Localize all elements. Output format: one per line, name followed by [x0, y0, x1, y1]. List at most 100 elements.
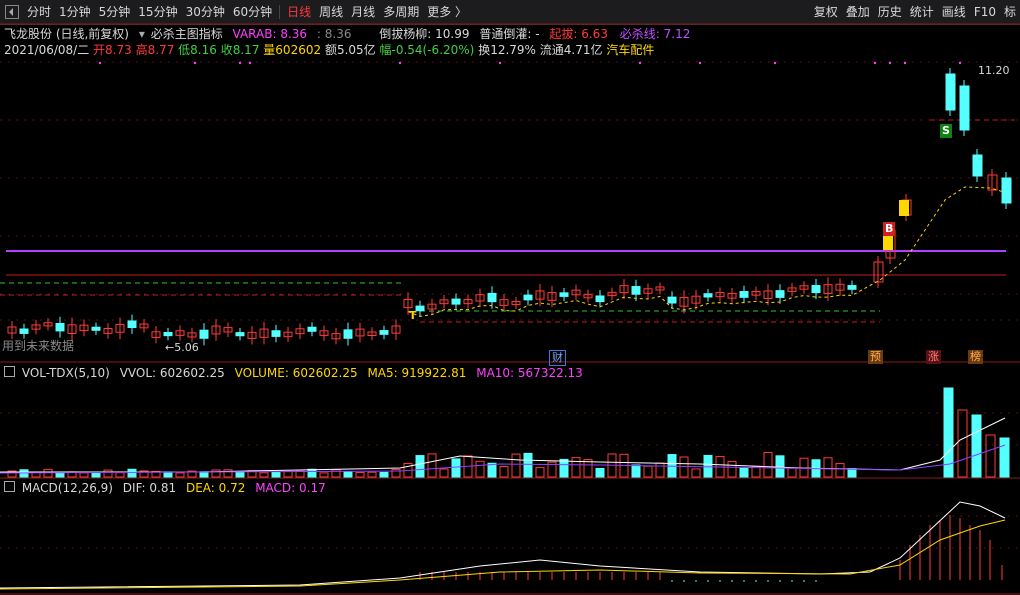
volume-bar	[307, 468, 317, 478]
volume-bar	[999, 437, 1010, 478]
macd-header: MACD(12,26,9) DIF: 0.81 DEA: 0.72 MACD: …	[4, 481, 326, 495]
volume-bar	[985, 434, 996, 478]
candle-body	[811, 285, 821, 294]
volume-bar	[475, 460, 485, 478]
signal-dot	[498, 61, 502, 65]
signal-dot	[638, 61, 642, 65]
ma5-value: MA5: 919922.81	[367, 366, 467, 380]
candle-body	[451, 298, 461, 305]
volume-bar	[643, 465, 653, 478]
candle-body	[972, 154, 983, 177]
volume-bar	[79, 472, 89, 478]
high-price-label: 11.20	[978, 64, 1010, 77]
signal-t-label: T	[409, 309, 417, 322]
candle-body	[775, 290, 785, 298]
volume-bar	[355, 471, 365, 478]
volume-bar	[115, 472, 125, 478]
volume-bar	[235, 471, 245, 478]
volume-bar	[835, 463, 845, 478]
volume-bar	[559, 458, 569, 478]
candle-body	[959, 85, 970, 131]
candle-body	[703, 293, 713, 298]
candle-body	[307, 326, 317, 332]
volume-bar	[535, 467, 545, 478]
signal-dot	[888, 61, 892, 65]
volume-bar	[571, 457, 581, 478]
signal-dot	[773, 61, 777, 65]
volume-bar	[199, 471, 209, 478]
volume-bar	[379, 471, 389, 478]
volume-bar	[727, 461, 737, 478]
forecast-marker[interactable]: 预	[868, 350, 883, 364]
signal-dot	[698, 61, 702, 65]
candle-body	[271, 330, 281, 337]
volume-bar	[175, 472, 185, 478]
macd-panel	[0, 501, 1006, 590]
volume-bar	[439, 468, 449, 478]
volume-bar	[763, 451, 773, 478]
kline-chart[interactable]	[0, 0, 1020, 595]
signal-dot	[248, 61, 252, 65]
candle-body	[199, 329, 209, 339]
grid-lines	[0, 23, 1020, 595]
vvol-value: VVOL: 602602.25	[119, 366, 225, 380]
candle-body	[523, 294, 533, 301]
candle-body	[91, 326, 101, 331]
volume-bar	[655, 462, 665, 478]
volume-bar	[595, 467, 605, 478]
dif-line	[0, 501, 1006, 589]
candle-body	[739, 291, 749, 298]
candle-body	[55, 322, 65, 332]
volume-bar	[259, 472, 269, 478]
volume-bar	[739, 467, 749, 478]
volume-bar	[631, 464, 641, 478]
volume-bar	[367, 471, 377, 478]
vol-indicator-name[interactable]: VOL-TDX(5,10)	[22, 366, 110, 380]
volume-bar	[415, 455, 425, 478]
buy-signal-badge: B	[883, 222, 896, 236]
signal-dot	[398, 61, 402, 65]
signal-dot	[873, 61, 877, 65]
volume-bar	[499, 466, 509, 478]
future-data-watermark: 用到未来数据	[2, 339, 75, 353]
volume-bar	[319, 472, 329, 478]
volume-bar	[787, 467, 797, 478]
volume-bar	[691, 468, 701, 478]
volume-bar	[283, 471, 293, 478]
volume-bar	[775, 455, 785, 478]
window-icon[interactable]	[4, 481, 15, 492]
volume-bar	[957, 409, 968, 478]
dif-value: DIF: 0.81	[122, 481, 177, 495]
ranking-marker[interactable]: 榜	[968, 350, 983, 364]
volume-bar	[223, 469, 233, 478]
volume-value: VOLUME: 602602.25	[234, 366, 358, 380]
signal-dot	[193, 61, 197, 65]
limit-up-marker[interactable]: 涨	[926, 350, 941, 364]
candle-body	[667, 296, 677, 304]
candle-body	[1001, 177, 1012, 204]
candle-body	[631, 286, 641, 295]
volume-bar	[971, 414, 982, 478]
candle-body	[235, 332, 245, 337]
volume-bar	[823, 457, 833, 478]
volume-bar	[127, 468, 137, 478]
volume-bar	[451, 458, 461, 478]
volume-bar	[271, 471, 281, 478]
signal-dot	[958, 61, 962, 65]
candle-body	[127, 320, 137, 329]
low-price-value: 5.06	[174, 341, 199, 354]
candle-body	[847, 285, 857, 290]
candle-body	[559, 292, 569, 297]
volume-bar	[427, 453, 437, 478]
volume-bar	[487, 462, 497, 478]
volume-panel	[0, 387, 1010, 478]
signal-dot	[238, 61, 242, 65]
volume-bar	[211, 469, 221, 478]
volume-bar	[523, 452, 533, 478]
macd-indicator-name[interactable]: MACD(12,26,9)	[22, 481, 113, 495]
window-icon[interactable]	[4, 366, 15, 377]
finance-marker[interactable]: 财	[549, 350, 566, 366]
volume-header: VOL-TDX(5,10) VVOL: 602602.25 VOLUME: 60…	[4, 366, 583, 380]
candle-body	[595, 295, 605, 303]
volume-bar	[847, 468, 857, 478]
